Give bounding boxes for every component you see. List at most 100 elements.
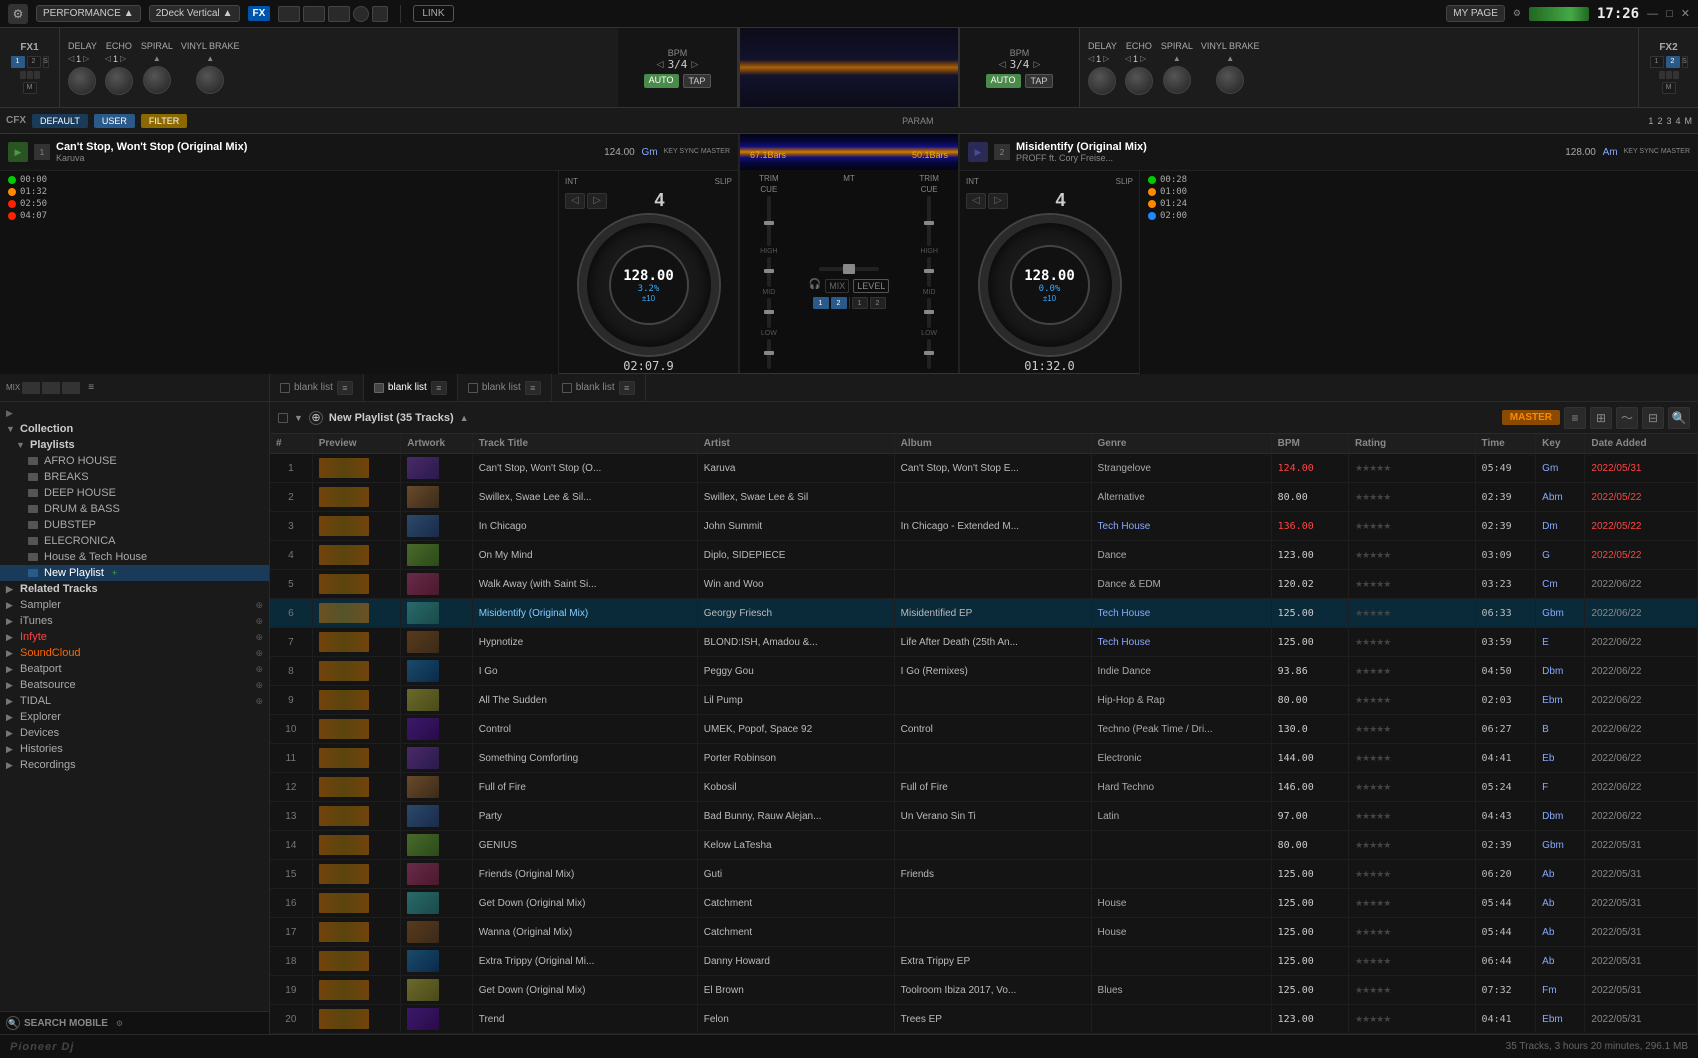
table-row[interactable]: 13 Party Bad Bunny, Rauw Alejan... Un Ve…	[270, 802, 1698, 831]
maximize-btn[interactable]: □	[1666, 8, 1673, 20]
tree-beatport[interactable]: ▶ Beatport ⊕	[0, 661, 269, 677]
fx1-echo-knob[interactable]	[105, 67, 133, 95]
sort-icon[interactable]: ⊕	[309, 411, 323, 425]
table-row[interactable]: 12 Full of Fire Kobosil Full of Fire Har…	[270, 773, 1698, 802]
fx2-vinyl-knob[interactable]	[1216, 66, 1244, 94]
table-row[interactable]: 9 All The Sudden Lil Pump Hip-Hop & Rap …	[270, 686, 1698, 715]
layout-label[interactable]: 2Deck Vertical ▲	[149, 5, 240, 22]
deck-sel-3[interactable]: 1	[852, 297, 868, 309]
table-row[interactable]: 19 Get Down (Original Mix) El Brown Tool…	[270, 976, 1698, 1005]
headphone-btn[interactable]: 🎧	[809, 279, 821, 293]
fx2-echo-knob[interactable]	[1125, 67, 1153, 95]
level-btn[interactable]: LEVEL	[853, 279, 889, 293]
deck1-nav-left[interactable]: ◁	[565, 193, 585, 209]
track-preview[interactable]	[312, 628, 401, 657]
table-row[interactable]: 7 Hypnotize BLOND:ISH, Amadou &... Life …	[270, 628, 1698, 657]
fx1-spiral-knob[interactable]	[143, 66, 171, 94]
track-preview[interactable]	[312, 947, 401, 976]
tab-checkbox-3[interactable]	[562, 383, 572, 393]
link-button[interactable]: LINK	[413, 5, 453, 22]
trim-fader-right[interactable]	[924, 221, 934, 225]
table-row[interactable]: 2 Swillex, Swae Lee & Sil... Swillex, Sw…	[270, 483, 1698, 512]
tree-new-playlist[interactable]: New Playlist +	[0, 565, 269, 581]
track-preview[interactable]	[312, 1034, 401, 1035]
fx1-vinyl-knob[interactable]	[196, 66, 224, 94]
table-row[interactable]: 5 Walk Away (with Saint Si... Win and Wo…	[270, 570, 1698, 599]
table-row[interactable]: 21 Feel Alright (Original Mix) Franky Ri…	[270, 1034, 1698, 1035]
fx1-s-btn[interactable]: S	[43, 56, 49, 68]
playlist-tab-1[interactable]: blank list ≡	[364, 374, 458, 401]
table-row[interactable]: 1 Can't Stop, Won't Stop (O... Karuva Ca…	[270, 454, 1698, 483]
list-view-btn[interactable]	[303, 6, 325, 22]
tree-histories[interactable]: ▶ Histories	[0, 741, 269, 757]
track-preview[interactable]	[312, 802, 401, 831]
view-icon-grid[interactable]: ⊞	[1590, 407, 1612, 429]
cfx-param-btn[interactable]: PARAM	[902, 116, 933, 126]
mid-fader-left[interactable]	[764, 310, 774, 314]
filter-checkbox[interactable]	[278, 413, 288, 423]
table-row[interactable]: 17 Wanna (Original Mix) Catchment House …	[270, 918, 1698, 947]
fx2-btn1[interactable]: 1	[1650, 56, 1664, 68]
tree-infyte[interactable]: ▶ Infyte ⊕	[0, 629, 269, 645]
table-row[interactable]: 8 I Go Peggy Gou I Go (Remixes) Indie Da…	[270, 657, 1698, 686]
cfx-filter-btn[interactable]: FILTER	[141, 114, 187, 128]
fx1-auto-btn[interactable]: AUTO	[644, 74, 679, 88]
record-btn[interactable]	[353, 6, 369, 22]
tab-settings-3[interactable]: ≡	[619, 381, 635, 395]
tree-recordings[interactable]: ▶ Recordings	[0, 757, 269, 773]
track-preview[interactable]	[312, 570, 401, 599]
mypage-button[interactable]: MY PAGE	[1446, 5, 1505, 22]
deck2-platter[interactable]: 128.00 0.0% ±10	[980, 215, 1120, 355]
tree-elecronica[interactable]: ELECRONICA	[0, 533, 269, 549]
fx2-auto-btn[interactable]: AUTO	[986, 74, 1021, 88]
table-row[interactable]: 16 Get Down (Original Mix) Catchment Hou…	[270, 889, 1698, 918]
search-toggle[interactable]: 🔍	[1668, 407, 1690, 429]
track-preview[interactable]	[312, 860, 401, 889]
track-preview[interactable]	[312, 599, 401, 628]
tree-explorer[interactable]: ▶ Explorer	[0, 709, 269, 725]
tree-devices[interactable]: ▶ Devices	[0, 725, 269, 741]
mid-fader-right[interactable]	[924, 310, 934, 314]
track-preview[interactable]	[312, 889, 401, 918]
deck-sel-2[interactable]: 2	[831, 297, 847, 309]
tree-drum-bass[interactable]: DRUM & BASS	[0, 501, 269, 517]
cfx-default-btn[interactable]: DEFAULT	[32, 114, 88, 128]
fx2-spiral-knob[interactable]	[1163, 66, 1191, 94]
tree-house-tech[interactable]: House & Tech House	[0, 549, 269, 565]
deck1-nav-right[interactable]: ▷	[587, 193, 607, 209]
track-preview[interactable]	[312, 1005, 401, 1034]
sidebar-list-view-btn[interactable]: ≡	[88, 382, 94, 393]
tree-sampler[interactable]: ▶ Sampler ⊕	[0, 597, 269, 613]
track-preview[interactable]	[312, 773, 401, 802]
tree-afro-house[interactable]: AFRO HOUSE	[0, 453, 269, 469]
sidebar-btn2[interactable]	[42, 382, 60, 394]
fx-button[interactable]: FX	[248, 6, 271, 21]
table-row[interactable]: 3 In Chicago John Summit In Chicago - Ex…	[270, 512, 1698, 541]
track-preview[interactable]	[312, 918, 401, 947]
track-preview[interactable]	[312, 744, 401, 773]
crossfader[interactable]	[819, 267, 879, 271]
table-row[interactable]: 4 On My Mind Diplo, SIDEPIECE Dance 123.…	[270, 541, 1698, 570]
tree-deep-house[interactable]: DEEP HOUSE	[0, 485, 269, 501]
fx2-btn2[interactable]: 2	[1666, 56, 1680, 68]
gear-button[interactable]: ⚙	[8, 4, 28, 24]
low-fader-right[interactable]	[924, 351, 934, 355]
sidebar-btn1[interactable]	[22, 382, 40, 394]
tree-soundcloud[interactable]: ▶ SoundCloud ⊕	[0, 645, 269, 661]
tree-itunes[interactable]: ▶ iTunes ⊕	[0, 613, 269, 629]
tree-related-tracks[interactable]: ▶ Related Tracks	[0, 581, 269, 597]
cfx-user-btn[interactable]: USER	[94, 114, 135, 128]
deck2-nav-left[interactable]: ◁	[966, 193, 986, 209]
fx2-s-btn[interactable]: S	[1682, 56, 1688, 68]
track-preview[interactable]	[312, 454, 401, 483]
track-preview[interactable]	[312, 976, 401, 1005]
tree-tidal[interactable]: ▶ TIDAL ⊕	[0, 693, 269, 709]
deck-sel-4[interactable]: 2	[870, 297, 886, 309]
high-fader-left[interactable]	[764, 269, 774, 273]
gear-settings[interactable]: ⚙	[1513, 8, 1521, 19]
close-btn[interactable]: ✕	[1681, 7, 1690, 20]
tab-checkbox-1[interactable]	[374, 383, 384, 393]
track-preview[interactable]	[312, 715, 401, 744]
table-row[interactable]: 20 Trend Felon Trees EP 123.00 ★★★★★ 04:…	[270, 1005, 1698, 1034]
playlist-tab-3[interactable]: blank list ≡	[552, 374, 646, 401]
